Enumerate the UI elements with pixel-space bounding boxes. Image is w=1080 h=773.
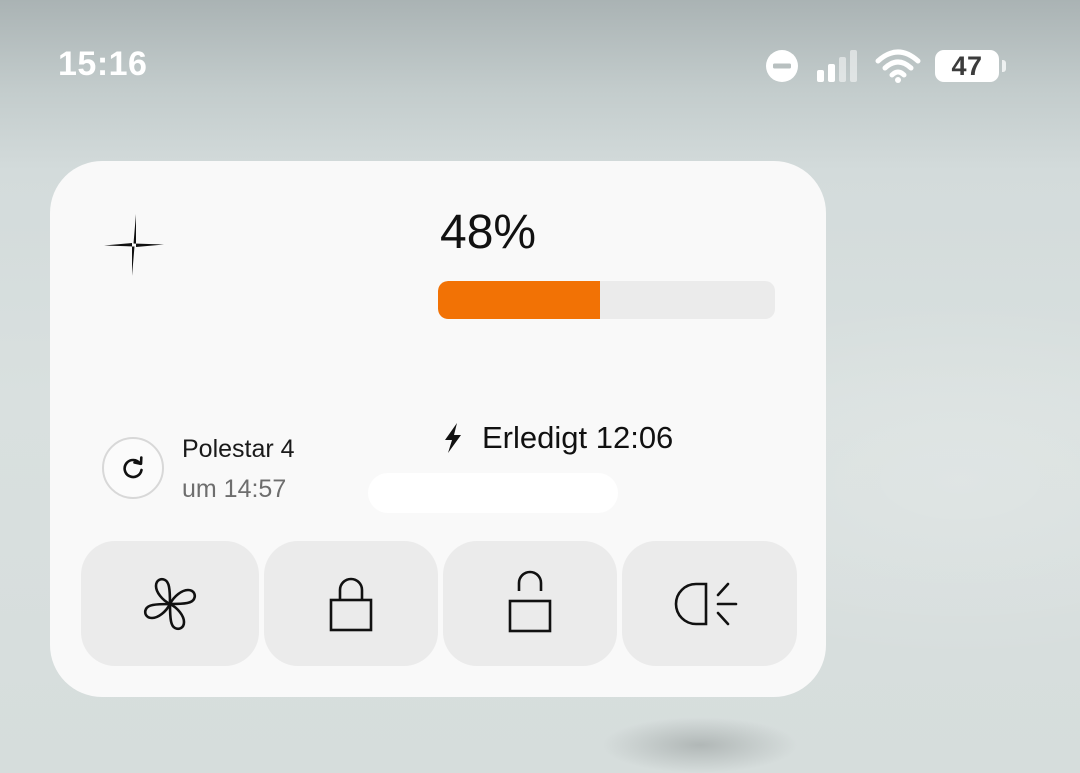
lock-button[interactable]	[264, 541, 438, 666]
unlock-icon	[508, 570, 552, 632]
charge-progress-bar	[438, 281, 775, 319]
lock-icon	[329, 577, 373, 631]
battery-level: 47	[935, 50, 999, 82]
headlight-icon	[674, 582, 737, 625]
last-update-time: um 14:57	[182, 475, 287, 503]
status-icons: 47	[765, 46, 1006, 86]
car-widget[interactable]: 48% Polestar 4 um 14:57 Erledigt 12:06	[50, 161, 826, 697]
charge-status: Erledigt 12:06	[482, 420, 674, 455]
car-name: Polestar 4	[182, 435, 295, 463]
quick-controls	[81, 541, 797, 666]
refresh-button[interactable]	[102, 437, 164, 499]
charge-percent: 48%	[440, 206, 537, 259]
polestar-logo-icon	[104, 214, 164, 276]
status-time: 15:16	[58, 45, 148, 83]
wifi-icon	[875, 49, 921, 83]
headlight-button[interactable]	[622, 541, 797, 666]
cellular-signal-icon	[817, 50, 857, 82]
climate-button[interactable]	[81, 541, 259, 666]
focus-mode-icon	[766, 50, 798, 82]
climate-fan-icon	[143, 577, 197, 630]
charge-progress-fill	[438, 281, 600, 319]
lightning-bolt-icon	[445, 423, 461, 453]
refresh-icon	[123, 456, 143, 479]
unlock-button[interactable]	[443, 541, 617, 666]
redacted-area	[368, 473, 618, 513]
battery-cap	[1002, 60, 1006, 72]
battery-indicator: 47	[935, 50, 1006, 82]
